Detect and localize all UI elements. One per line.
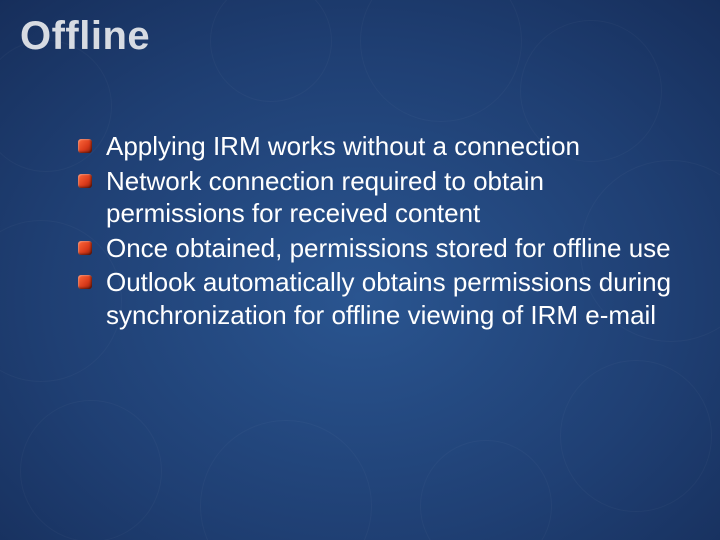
bullet-icon xyxy=(78,174,92,188)
list-item: Network connection required to obtain pe… xyxy=(78,165,680,230)
bullet-list: Applying IRM works without a connection … xyxy=(78,130,680,333)
slide: Offline Applying IRM works without a con… xyxy=(0,0,720,540)
list-item-text: Once obtained, permissions stored for of… xyxy=(106,232,680,265)
list-item: Once obtained, permissions stored for of… xyxy=(78,232,680,265)
list-item: Outlook automatically obtains permission… xyxy=(78,266,680,331)
bullet-icon xyxy=(78,241,92,255)
list-item-text: Outlook automatically obtains permission… xyxy=(106,266,680,331)
slide-title: Offline xyxy=(20,14,150,59)
list-item-text: Applying IRM works without a connection xyxy=(106,130,680,163)
list-item-text: Network connection required to obtain pe… xyxy=(106,165,680,230)
bullet-icon xyxy=(78,275,92,289)
list-item: Applying IRM works without a connection xyxy=(78,130,680,163)
bullet-icon xyxy=(78,139,92,153)
